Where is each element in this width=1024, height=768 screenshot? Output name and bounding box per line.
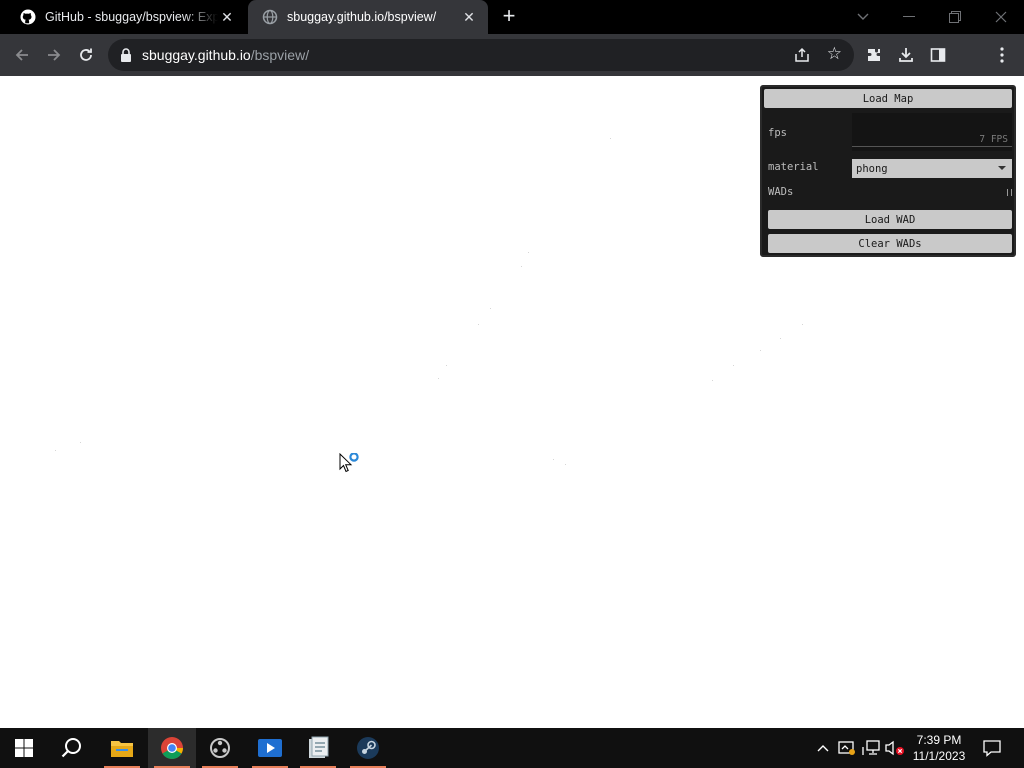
- address-bar[interactable]: sbuggay.github.io/bspview/ ☆: [108, 39, 854, 71]
- bookmark-star-icon[interactable]: ☆: [827, 45, 842, 63]
- tab-search-icon[interactable]: [840, 0, 886, 34]
- wads-label: WADs: [768, 186, 794, 198]
- taskbar-resolve[interactable]: [196, 728, 244, 768]
- control-panel: Load Map fps 7 FPS material phong WADs L…: [760, 85, 1016, 257]
- map-vertex: [438, 378, 439, 379]
- map-vertex: [490, 308, 491, 309]
- load-wad-button[interactable]: Load WAD: [768, 210, 1012, 229]
- map-vertex: [610, 138, 611, 139]
- close-window-button[interactable]: [978, 0, 1024, 34]
- download-icon[interactable]: [894, 43, 918, 67]
- close-tab-icon[interactable]: ✕: [460, 8, 478, 26]
- map-vertex: [553, 459, 554, 460]
- reload-icon[interactable]: [74, 43, 98, 67]
- start-button[interactable]: [0, 728, 48, 768]
- url-path: /bspview/: [250, 47, 310, 63]
- taskbar-media-player[interactable]: [246, 728, 294, 768]
- busy-cursor-icon: [339, 453, 359, 473]
- map-vertex: [712, 380, 713, 381]
- tab-title: GitHub - sbuggay/bspview: Expl: [45, 10, 218, 24]
- map-vertex: [478, 324, 479, 325]
- media-player-icon: [258, 739, 282, 757]
- fps-label: fps: [768, 127, 787, 139]
- notification-center-icon[interactable]: [980, 728, 1004, 768]
- map-vertex: [528, 252, 529, 253]
- close-tab-icon[interactable]: ✕: [218, 8, 236, 26]
- new-tab-button[interactable]: +: [497, 5, 521, 29]
- back-icon[interactable]: [10, 43, 34, 67]
- map-vertex: [780, 338, 781, 339]
- map-vertex: [733, 365, 734, 366]
- forward-icon[interactable]: [42, 43, 66, 67]
- restore-button[interactable]: [932, 0, 978, 34]
- steam-icon: [357, 737, 379, 759]
- menu-kebab-icon[interactable]: [990, 43, 1014, 67]
- map-vertex: [55, 450, 56, 451]
- resolve-icon: [210, 738, 230, 758]
- share-icon[interactable]: [794, 47, 810, 63]
- material-select[interactable]: phong: [852, 159, 1012, 178]
- lock-icon[interactable]: [120, 48, 132, 62]
- load-map-button[interactable]: Load Map: [764, 89, 1012, 108]
- wads-folder[interactable]: WADs: [768, 186, 1012, 200]
- taskbar: 7:39 PM 11/1/2023: [0, 728, 1024, 768]
- url-text: sbuggay.github.io/bspview/: [142, 47, 309, 63]
- taskbar-notepad[interactable]: [294, 728, 342, 768]
- chrome-icon: [161, 737, 183, 759]
- map-vertex: [760, 350, 761, 351]
- material-select-value: phong: [856, 162, 888, 175]
- search-icon: [61, 738, 81, 758]
- show-hidden-icons[interactable]: [812, 728, 834, 768]
- extensions-icon[interactable]: [862, 43, 886, 67]
- fps-meter: 7 FPS: [852, 113, 1012, 151]
- map-vertex: [80, 442, 81, 443]
- notepad-icon: [309, 736, 329, 758]
- search-button[interactable]: [48, 728, 96, 768]
- map-vertex: [521, 266, 522, 267]
- taskbar-chrome[interactable]: [148, 728, 196, 768]
- browser-toolbar: sbuggay.github.io/bspview/ ☆: [0, 34, 1024, 100]
- tab-strip: GitHub - sbuggay/bspview: Expl ✕ sbuggay…: [0, 0, 1024, 34]
- map-vertex: [565, 464, 566, 465]
- clear-wads-button[interactable]: Clear WADs: [768, 234, 1012, 253]
- side-panel-icon[interactable]: [926, 43, 950, 67]
- chevron-up-icon: [817, 745, 829, 752]
- tab-github[interactable]: GitHub - sbuggay/bspview: Expl ✕: [6, 0, 246, 34]
- windows-icon: [15, 739, 33, 757]
- chevron-down-icon: [998, 166, 1006, 170]
- taskbar-file-explorer[interactable]: [98, 728, 146, 768]
- clock-time: 7:39 PM: [916, 733, 962, 747]
- fps-graph-line: [852, 146, 1012, 147]
- github-icon: [20, 9, 36, 25]
- map-vertex: [446, 365, 447, 366]
- network-icon[interactable]: [860, 728, 882, 768]
- clock-date: 11/1/2023: [912, 749, 966, 763]
- globe-icon: [262, 9, 278, 25]
- volume-muted-icon[interactable]: [884, 728, 906, 768]
- material-label: material: [768, 161, 819, 173]
- url-host: sbuggay.github.io: [142, 47, 251, 63]
- map-vertex: [802, 324, 803, 325]
- tab-bspview[interactable]: sbuggay.github.io/bspview/ ✕: [248, 0, 488, 34]
- collapse-icon[interactable]: [1007, 189, 1012, 196]
- file-explorer-icon: [111, 741, 133, 757]
- taskbar-steam[interactable]: [344, 728, 392, 768]
- minimize-button[interactable]: [886, 0, 932, 34]
- tray-app-icon[interactable]: [836, 728, 858, 768]
- system-clock[interactable]: 7:39 PM 11/1/2023: [906, 732, 972, 764]
- fps-value: 7 FPS: [979, 134, 1008, 145]
- tab-title: sbuggay.github.io/bspview/: [287, 10, 437, 24]
